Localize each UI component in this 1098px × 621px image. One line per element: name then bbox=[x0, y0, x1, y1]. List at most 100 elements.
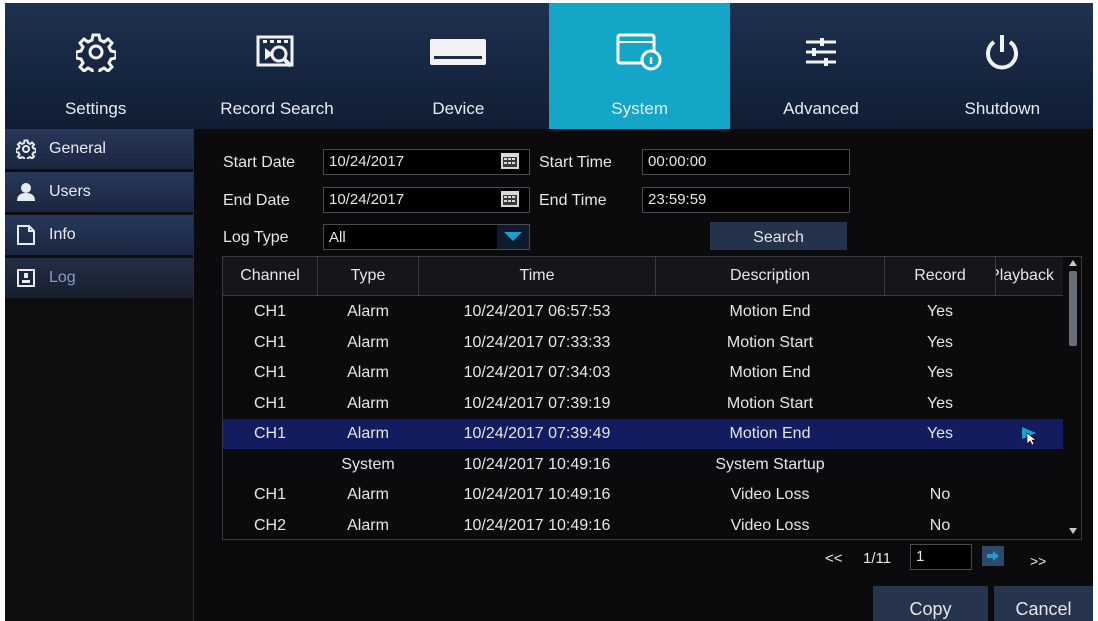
table-row[interactable]: System 10/24/2017 10:49:16 System Startup bbox=[223, 450, 1063, 480]
table-header: Channel Type Time Description Record Pla… bbox=[223, 257, 1063, 296]
scrollbar[interactable] bbox=[1065, 257, 1081, 537]
sidebar-item-label: General bbox=[49, 140, 106, 157]
table-row[interactable]: CH1 Alarm 10/24/2017 07:33:33 Motion Start Y… bbox=[223, 328, 1063, 358]
cell-record: Yes bbox=[926, 364, 954, 381]
cell-record: No bbox=[929, 486, 951, 503]
scroll-up-icon[interactable] bbox=[1068, 259, 1078, 267]
cell-type: System bbox=[341, 455, 395, 473]
cell-channel: CH1 bbox=[253, 303, 286, 320]
sidebar: General Users Info Log bbox=[5, 129, 194, 621]
cell-description: Video Loss bbox=[730, 516, 810, 534]
table-row[interactable]: CH1 Alarm 10/24/2017 07:39:19 Motion Start Y… bbox=[223, 389, 1063, 419]
dropdown-arrow-icon[interactable] bbox=[497, 225, 529, 249]
table-row[interactable]: CH1 Alarm 10/24/2017 07:34:03 Motion End Yes bbox=[223, 358, 1063, 388]
nav-device[interactable]: Device bbox=[368, 3, 549, 129]
cell-record bbox=[885, 450, 995, 480]
sidebar-item-label: Info bbox=[49, 226, 76, 243]
system-info-icon bbox=[610, 29, 670, 75]
nav-system[interactable]: System bbox=[548, 3, 731, 129]
search-button[interactable]: Search bbox=[710, 222, 847, 250]
cell-type: Alarm bbox=[347, 303, 389, 320]
log-table: Channel Type Time Description Record Pla… bbox=[222, 256, 1082, 540]
playback-icon[interactable] bbox=[1020, 425, 1040, 446]
page-next-button[interactable]: >> bbox=[1030, 553, 1046, 569]
cell-time: 10/24/2017 07:39:19 bbox=[463, 394, 611, 412]
nav-record-search[interactable]: Record Search bbox=[186, 3, 367, 129]
cell-time: 10/24/2017 10:49:16 bbox=[463, 455, 611, 473]
arrow-right-icon bbox=[987, 551, 999, 561]
cell-channel: CH1 bbox=[253, 333, 286, 351]
cell-time: 10/24/2017 07:33:33 bbox=[463, 333, 611, 351]
cell-type: Alarm bbox=[347, 394, 389, 412]
scroll-down-icon[interactable] bbox=[1068, 527, 1078, 535]
end-time-label: End Time bbox=[539, 192, 607, 209]
nav-advanced[interactable]: Advanced bbox=[730, 3, 911, 129]
start-date-label: Start Date bbox=[223, 154, 296, 171]
table-row[interactable]: CH1 Alarm 10/24/2017 06:57:53 Motion End Yes bbox=[223, 297, 1063, 327]
dvr-screen: Settings Record Search Device System Adv… bbox=[5, 3, 1093, 621]
cell-type: Alarm bbox=[347, 516, 389, 534]
top-nav: Settings Record Search Device System Adv… bbox=[5, 3, 1093, 129]
column-header-time: Time bbox=[419, 257, 656, 295]
cell-description: Video Loss bbox=[730, 486, 810, 503]
sidebar-item-label: Log bbox=[49, 269, 76, 286]
sidebar-item-info[interactable]: Info bbox=[5, 215, 193, 255]
sidebar-item-users[interactable]: Users bbox=[5, 172, 193, 212]
cell-record: Yes bbox=[926, 333, 954, 351]
cell-record: Yes bbox=[926, 425, 954, 442]
cell-record: Yes bbox=[926, 303, 954, 320]
start-time-label: Start Time bbox=[539, 154, 612, 171]
record-search-icon bbox=[247, 29, 307, 75]
end-date-label: End Date bbox=[223, 192, 290, 209]
cell-description: Motion End bbox=[729, 425, 811, 442]
gear-icon bbox=[15, 138, 37, 160]
calendar-icon[interactable] bbox=[500, 190, 520, 208]
nav-label: Advanced bbox=[783, 99, 859, 118]
sliders-icon bbox=[791, 29, 851, 75]
go-to-page-button[interactable] bbox=[982, 546, 1004, 566]
page-number-input[interactable] bbox=[910, 544, 972, 570]
log-type-label: Log Type bbox=[223, 229, 289, 246]
start-time-field[interactable] bbox=[642, 149, 850, 175]
end-date-field[interactable] bbox=[323, 187, 530, 213]
cell-time: 10/24/2017 06:57:53 bbox=[463, 303, 611, 320]
cell-channel: CH1 bbox=[253, 486, 286, 503]
start-date-field[interactable] bbox=[323, 149, 530, 175]
cell-channel bbox=[223, 450, 317, 480]
page-info: 1/11 bbox=[863, 550, 892, 567]
nav-label: Shutdown bbox=[964, 99, 1041, 118]
scroll-thumb[interactable] bbox=[1069, 271, 1077, 346]
calendar-icon[interactable] bbox=[500, 152, 520, 170]
cell-channel: CH2 bbox=[253, 516, 286, 534]
table-row[interactable]: CH1 Alarm 10/24/2017 10:49:16 Video Loss No bbox=[223, 480, 1063, 510]
log-type-select[interactable]: All bbox=[323, 224, 530, 250]
column-header-playback: Playback bbox=[996, 267, 1054, 284]
sidebar-item-label: Users bbox=[49, 183, 91, 200]
column-header-type: Type bbox=[318, 257, 419, 295]
end-time-field[interactable] bbox=[642, 187, 850, 213]
gear-icon bbox=[66, 29, 126, 75]
copy-button[interactable]: Copy bbox=[873, 586, 988, 621]
sidebar-item-general[interactable]: General bbox=[5, 129, 193, 169]
cancel-button[interactable]: Cancel bbox=[994, 586, 1093, 621]
sidebar-item-log[interactable]: Log bbox=[5, 258, 193, 298]
column-header-description: Description bbox=[656, 257, 885, 295]
cell-description: Motion Start bbox=[726, 333, 814, 351]
cell-description: Motion Start bbox=[726, 394, 814, 412]
cell-description: Motion End bbox=[729, 364, 811, 381]
user-icon bbox=[15, 181, 37, 203]
nav-shutdown[interactable]: Shutdown bbox=[912, 3, 1093, 129]
cell-time: 10/24/2017 07:39:49 bbox=[463, 425, 611, 442]
cell-type: Alarm bbox=[347, 364, 389, 381]
nav-settings[interactable]: Settings bbox=[5, 3, 186, 129]
nav-label: System bbox=[611, 99, 668, 118]
nav-label: Settings bbox=[64, 99, 127, 118]
table-row[interactable]: CH1 Alarm 10/24/2017 07:39:49 Motion End Yes bbox=[223, 419, 1063, 449]
table-row[interactable]: CH2 Alarm 10/24/2017 10:49:16 Video Loss No bbox=[223, 511, 1063, 541]
page-prev-button[interactable]: << bbox=[825, 550, 843, 567]
cell-record: Yes bbox=[926, 394, 954, 412]
column-header-record: Record bbox=[885, 257, 996, 295]
nav-label: Record Search bbox=[220, 99, 334, 118]
cell-record: No bbox=[929, 516, 951, 534]
log-type-value: All bbox=[329, 229, 346, 246]
